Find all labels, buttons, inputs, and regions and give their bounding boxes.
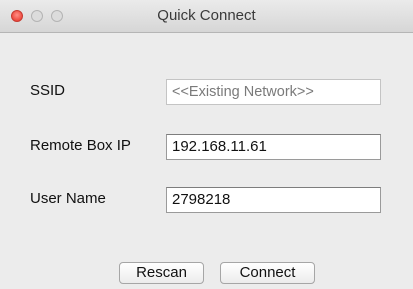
user-name-field[interactable]: 2798218 xyxy=(166,187,381,213)
connect-button[interactable]: Connect xyxy=(220,262,315,284)
window-title: Quick Connect xyxy=(157,7,256,24)
title-bar[interactable]: Quick Connect xyxy=(0,0,413,33)
remote-box-ip-field[interactable]: 192.168.11.61 xyxy=(166,134,381,160)
ssid-label: SSID xyxy=(30,82,66,99)
user-name-label: User Name xyxy=(30,190,106,207)
quick-connect-window: Quick Connect SSID <<Existing Network>> … xyxy=(0,0,413,289)
ssid-field: <<Existing Network>> xyxy=(166,79,381,105)
rescan-button[interactable]: Rescan xyxy=(119,262,204,284)
remote-box-ip-label: Remote Box IP xyxy=(30,137,131,154)
